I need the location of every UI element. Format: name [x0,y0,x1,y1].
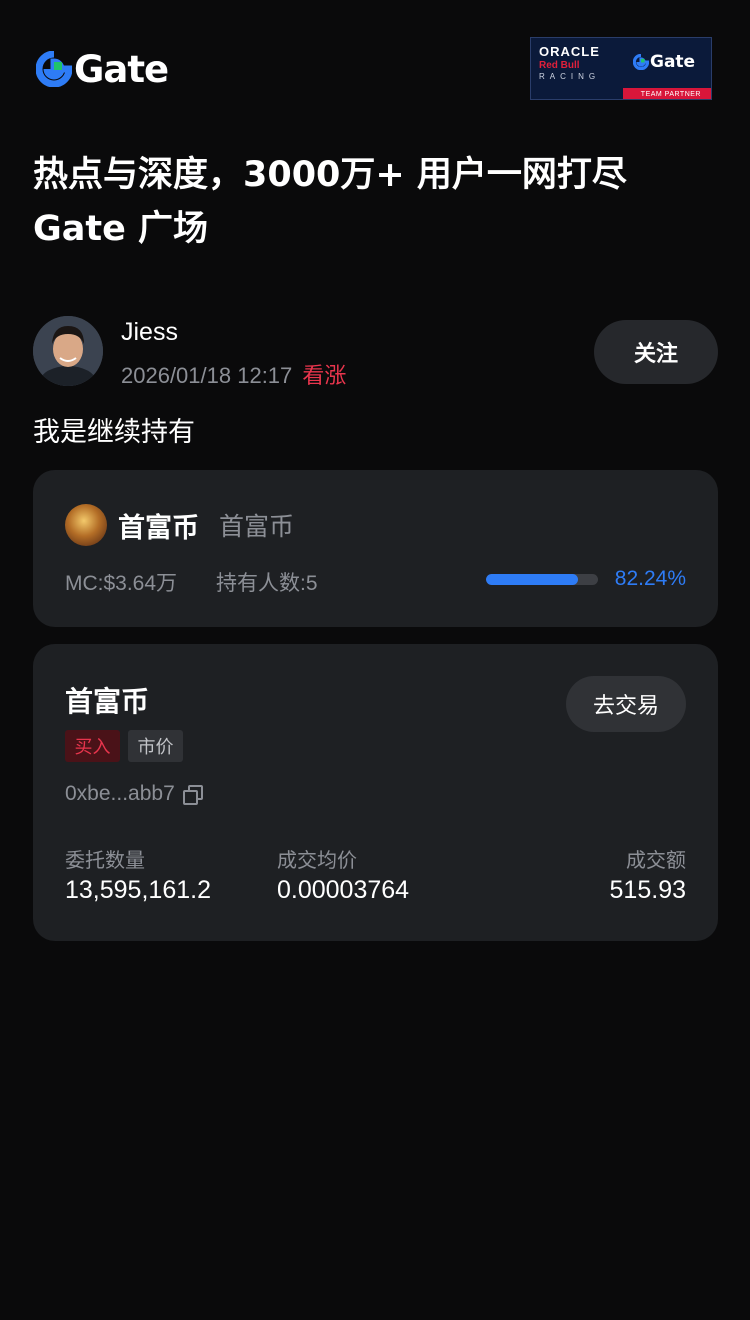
progress-bar [486,574,598,585]
header: Gate ORACLE Red Bull RACING Gate TEAM PA… [0,0,750,130]
token-subname: 首富币 [219,512,295,541]
avatar-image [33,316,103,386]
oracle-text: ORACLE [539,44,600,59]
progress-fill [486,574,579,585]
copy-icon[interactable] [182,785,203,805]
page-headline: 热点与深度，3000万+ 用户一网打尽 Gate 广场 [33,148,723,256]
holder-count: 持有人数:5 [216,572,318,595]
post-meta: 2026/01/18 12:17 看涨 [121,358,346,390]
trade-card: 首富币 去交易 买入 市价 0xbe...abb7 委托数量 13,595,16… [33,644,718,941]
turnover-label: 成交额 [626,848,686,872]
avg-price-value: 0.00003764 [277,876,410,904]
order-quantity-value: 13,595,161.2 [65,876,211,904]
avatar[interactable] [33,316,103,386]
contract-address: 0xbe...abb7 [65,782,203,806]
token-name: 首富币 [118,513,199,544]
market-cap: MC:$3.64万 [65,572,178,595]
racing-team-logo: ORACLE Red Bull RACING [539,44,625,81]
post-datetime: 2026/01/18 12:17 [121,363,293,388]
follow-button[interactable]: 关注 [594,320,718,384]
gate-logo[interactable]: Gate [36,47,169,91]
author-name[interactable]: Jiess [121,318,178,347]
address-text: 0xbe...abb7 [65,782,175,805]
turnover-value: 515.93 [609,876,686,904]
token-card[interactable]: 首富币 首富币 MC:$3.64万 持有人数:5 82.24% [33,470,718,627]
logo-text: Gate [74,47,169,91]
avg-price-label: 成交均价 [277,848,357,872]
trade-token-name: 首富币 [65,685,150,718]
go-trade-button[interactable]: 去交易 [566,676,686,732]
headline-line-2: Gate 广场 [33,209,209,249]
team-partner-text: TEAM PARTNER [640,91,701,98]
post-author: Jiess 2026/01/18 12:17 看涨 关注 [33,316,718,388]
post-text: 我是继续持有 [33,417,195,448]
token-coin-icon [65,504,107,546]
sentiment-tag: 看涨 [302,363,347,388]
gate-logo-icon [36,51,72,87]
headline-line-1: 热点与深度，3000万+ 用户一网打尽 [33,155,627,195]
progress-percent: 82.24% [614,567,686,590]
gate-small-icon [633,54,649,70]
team-partner-banner[interactable]: ORACLE Red Bull RACING Gate TEAM PARTNER [530,37,712,100]
buy-badge: 买入 [65,730,120,762]
racing-text: RACING [539,72,601,81]
partner-gate-logo: Gate [633,52,695,72]
partner-gate-text: Gate [650,52,696,72]
market-order-badge: 市价 [128,730,183,762]
redbull-text: Red Bull [539,60,580,71]
order-quantity-label: 委托数量 [65,848,145,872]
